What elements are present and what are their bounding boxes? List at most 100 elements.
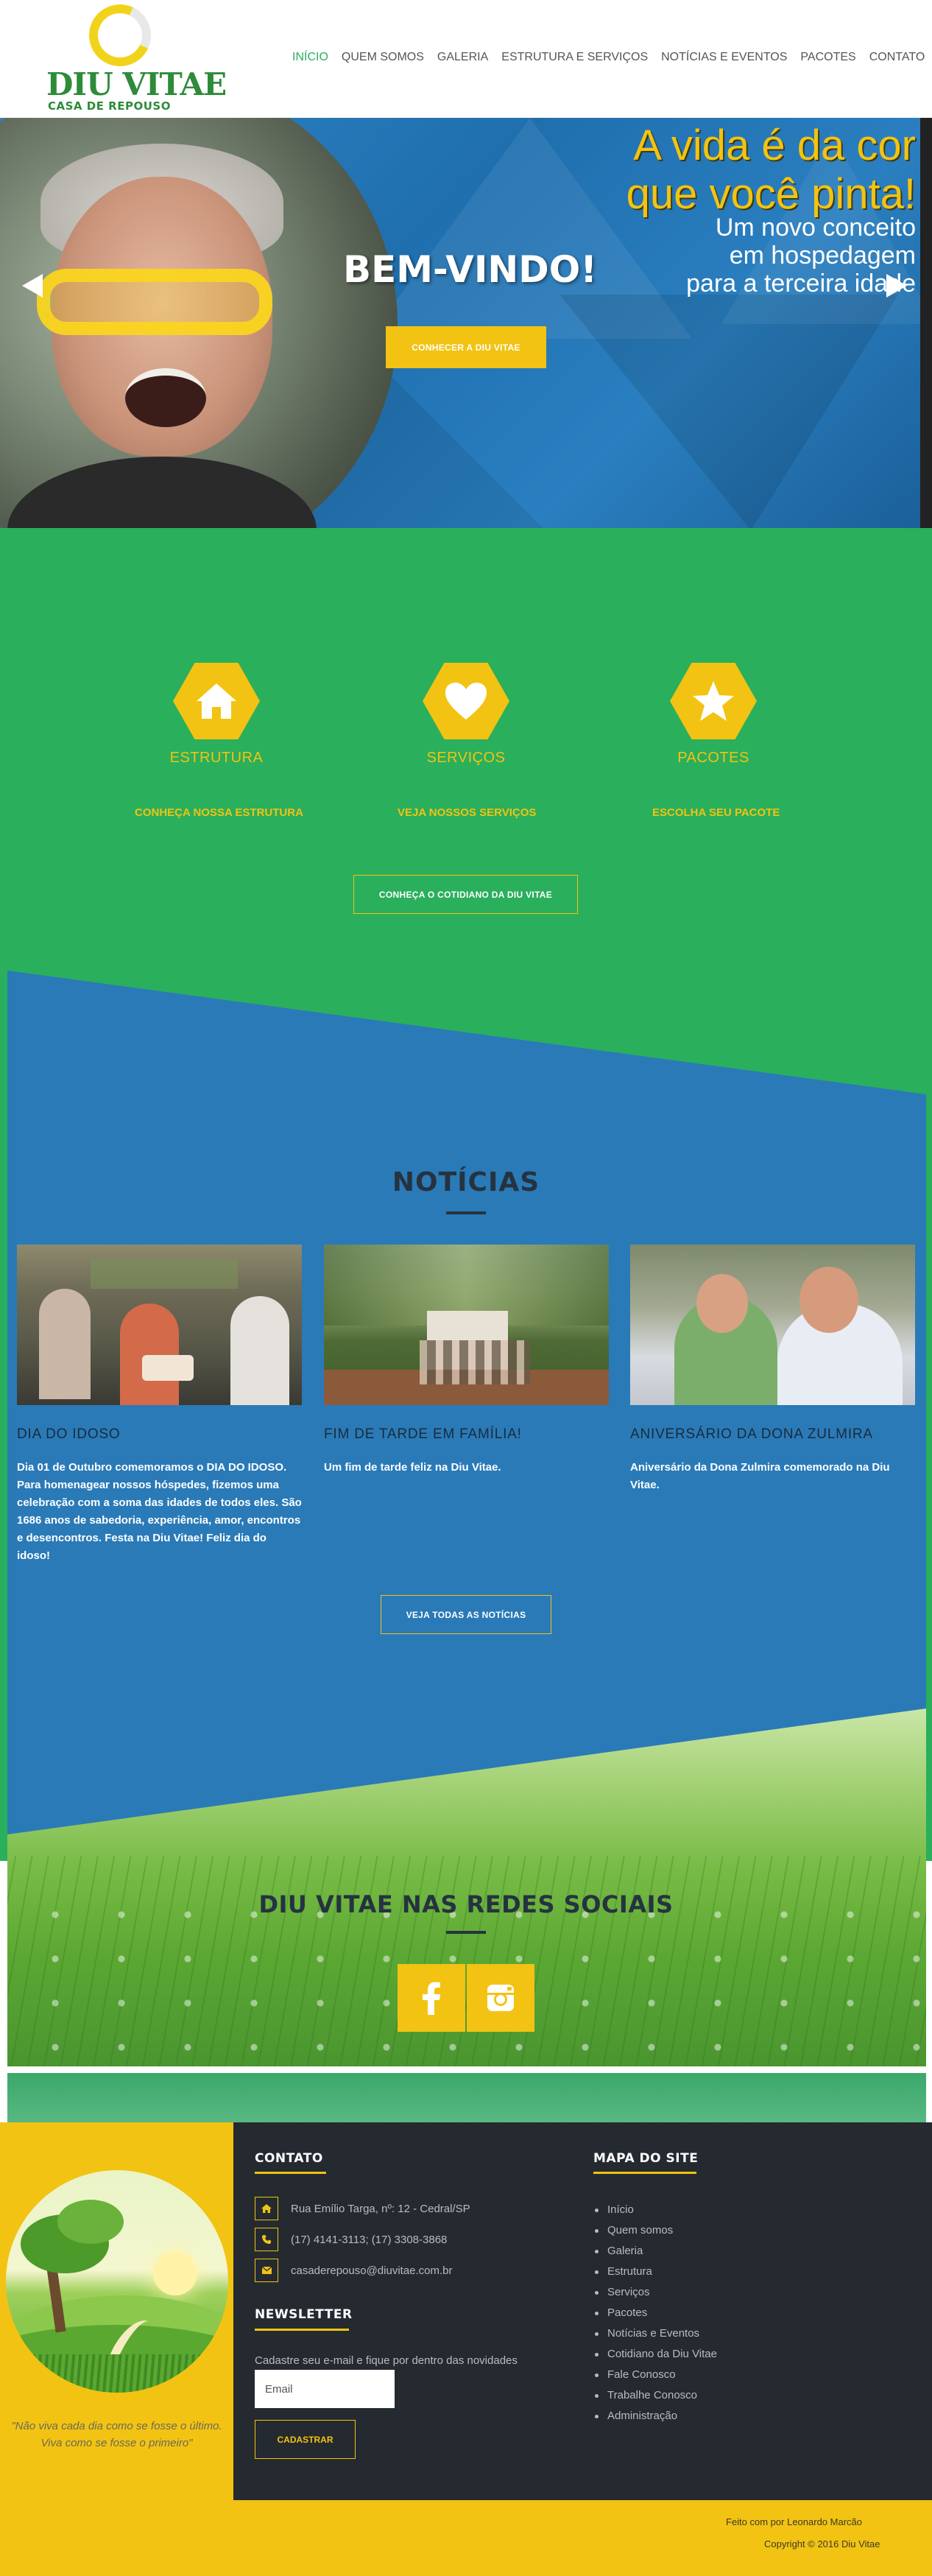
sitemap-heading-underline (593, 2172, 696, 2174)
news-image[interactable] (630, 1245, 915, 1405)
sitemap-heading: MAPA DO SITE (593, 2151, 699, 2166)
nav-item-noticias-eventos[interactable]: NOTÍCIAS E EVENTOS (654, 51, 794, 64)
feature-title: ESTRUTURA (169, 750, 264, 766)
feature-pacotes[interactable]: PACOTES (603, 663, 824, 767)
cotidiano-button[interactable]: CONHEÇA O COTIDIANO DA DIU VITAE (353, 875, 578, 914)
hero-subtitle-line: para a terceira idade (686, 270, 916, 298)
sitemap-link[interactable]: Serviços (607, 2282, 650, 2303)
hero-subtitle-line: em hospedagem (729, 242, 916, 270)
nav-item-estrutura-servicos[interactable]: ESTRUTURA E SERVIÇOS (495, 51, 654, 64)
bullet (595, 2311, 599, 2315)
feature-servicos[interactable]: SERVIÇOS (356, 663, 576, 767)
bullet (595, 2414, 599, 2418)
home-icon (197, 683, 236, 719)
news-heading[interactable]: ANIVERSÁRIO DA DONA ZULMIRA (630, 1426, 915, 1443)
main-nav: INÍCIO QUEM SOMOS GALERIA ESTRUTURA E SE… (286, 51, 931, 64)
news-card[interactable]: FIM DE TARDE EM FAMÍLIA! Um fim de tarde… (324, 1245, 609, 1477)
green-divider (7, 2073, 926, 2122)
news-title-underline (446, 1211, 486, 1214)
sitemap-item[interactable]: Serviços (593, 2282, 717, 2303)
hero-photo (0, 118, 398, 528)
logo-ring-icon (80, 0, 160, 75)
bullet (595, 2208, 599, 2212)
photo-detail (230, 1296, 289, 1405)
feature-link-pacotes[interactable]: ESCOLHA SEU PACOTE (652, 806, 780, 819)
quote-line: "Não viva cada dia como se fosse o últim… (11, 2420, 222, 2432)
bullet (595, 2249, 599, 2253)
sitemap-item[interactable]: Notícias e Eventos (593, 2323, 717, 2344)
news-image[interactable] (324, 1245, 609, 1405)
sitemap-link[interactable]: Trabalhe Conosco (607, 2385, 697, 2406)
hero-cta-button[interactable]: CONHECER A DIU VITAE (386, 326, 546, 368)
sitemap-link[interactable]: Estrutura (607, 2262, 652, 2282)
all-news-button[interactable]: VEJA TODAS AS NOTÍCIAS (381, 1595, 551, 1634)
contact-phone: (17) 4141-3113; (17) 3308-3868 (255, 2228, 447, 2251)
envelope-icon (255, 2259, 278, 2282)
nav-item-quem-somos[interactable]: QUEM SOMOS (335, 51, 431, 64)
sitemap-link[interactable]: Administração (607, 2406, 677, 2427)
contact-email-text[interactable]: casaderepouso@diuvitae.com.br (291, 2264, 453, 2277)
arrow-left-icon[interactable] (22, 274, 43, 298)
nav-item-pacotes[interactable]: PACOTES (794, 51, 862, 64)
hero-headline-line: A vida é da cor (633, 122, 916, 169)
bullet (595, 2373, 599, 2377)
sitemap-link[interactable]: Fale Conosco (607, 2365, 676, 2385)
photo-detail (799, 1267, 858, 1333)
contact-address: Rua Emílio Targa, nº: 12 - Cedral/SP (255, 2197, 470, 2220)
logo-subtitle: CASA DE REPOUSO (48, 99, 171, 113)
instagram-button[interactable] (467, 1964, 534, 2032)
news-image[interactable] (17, 1245, 302, 1405)
instagram-icon (487, 1985, 514, 2011)
newsletter-email-input[interactable] (255, 2370, 395, 2408)
sitemap-link[interactable]: Galeria (607, 2241, 643, 2262)
credits: Feito com por Leonardo Marcão (726, 2516, 862, 2527)
sitemap-item[interactable]: Quem somos (593, 2220, 717, 2241)
arrow-right-icon[interactable] (886, 274, 907, 298)
sitemap-item[interactable]: Administração (593, 2406, 717, 2427)
feature-link-estrutura[interactable]: CONHEÇA NOSSA ESTRUTURA (135, 806, 303, 819)
hero-slider: A vida é da cor que você pinta! Um novo … (0, 118, 932, 528)
hexagon-badge (423, 663, 509, 739)
site-header: DIU VITAE CASA DE REPOUSO INÍCIO QUEM SO… (0, 0, 932, 118)
nav-item-galeria[interactable]: GALERIA (431, 51, 495, 64)
footer-quote: "Não viva cada dia como se fosse o últim… (0, 2418, 233, 2452)
news-heading[interactable]: DIA DO IDOSO (17, 1426, 302, 1443)
sitemap-link[interactable]: Cotidiano da Diu Vitae (607, 2344, 717, 2365)
sitemap-item[interactable]: Cotidiano da Diu Vitae (593, 2344, 717, 2365)
facebook-button[interactable] (398, 1964, 465, 2032)
hexagon-badge (173, 663, 260, 739)
feature-link-servicos[interactable]: VEJA NOSSOS SERVIÇOS (398, 806, 536, 819)
contact-address-text: Rua Emílio Targa, nº: 12 - Cedral/SP (291, 2202, 470, 2215)
news-card[interactable]: ANIVERSÁRIO DA DONA ZULMIRA Aniversário … (630, 1245, 915, 1494)
photo-detail (125, 368, 206, 427)
sitemap-item[interactable]: Início (593, 2200, 717, 2220)
sitemap-link[interactable]: Notícias e Eventos (607, 2323, 699, 2344)
contact-heading: CONTATO (255, 2151, 323, 2166)
sitemap-list: Início Quem somos Galeria Estrutura Serv… (593, 2200, 717, 2427)
phone-icon (255, 2228, 278, 2251)
sun-icon (153, 2251, 197, 2295)
news-heading[interactable]: FIM DE TARDE EM FAMÍLIA! (324, 1426, 609, 1443)
sitemap-link[interactable]: Início (607, 2200, 634, 2220)
news-excerpt: Dia 01 de Outubro comemoramos o DIA DO I… (17, 1461, 302, 1562)
nav-item-contato[interactable]: CONTATO (863, 51, 932, 64)
photo-detail (420, 1340, 530, 1384)
nav-item-inicio[interactable]: INÍCIO (286, 51, 335, 64)
sitemap-item[interactable]: Galeria (593, 2241, 717, 2262)
sitemap-item[interactable]: Fale Conosco (593, 2365, 717, 2385)
news-card[interactable]: DIA DO IDOSO Dia 01 de Outubro comemoram… (17, 1245, 302, 1565)
contact-heading-underline (255, 2172, 326, 2174)
sitemap-link[interactable]: Pacotes (607, 2303, 647, 2323)
quote-line: Viva como se fosse o primeiro" (40, 2437, 193, 2449)
tree-crown (57, 2200, 124, 2244)
home-icon (255, 2197, 278, 2220)
logo[interactable]: DIU VITAE CASA DE REPOUSO (40, 0, 227, 118)
sitemap-item[interactable]: Pacotes (593, 2303, 717, 2323)
newsletter-submit-button[interactable]: CADASTRAR (255, 2420, 356, 2459)
feature-estrutura[interactable]: ESTRUTURA (106, 663, 327, 767)
photo-detail (696, 1274, 748, 1333)
sitemap-item[interactable]: Trabalhe Conosco (593, 2385, 717, 2406)
social-title: DIU VITAE NAS REDES SOCIAIS (258, 1890, 674, 1918)
sitemap-link[interactable]: Quem somos (607, 2220, 673, 2241)
sitemap-item[interactable]: Estrutura (593, 2262, 717, 2282)
